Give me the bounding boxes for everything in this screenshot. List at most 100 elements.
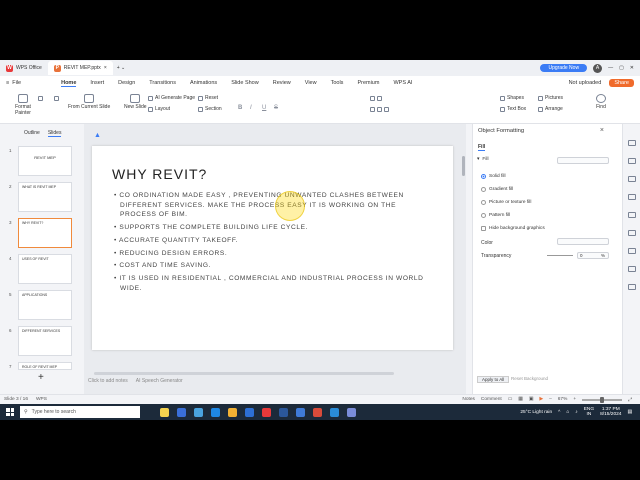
slide-thumbnail-2[interactable]: WHAT IS REVIT MEP [18, 182, 72, 212]
reset-background-button[interactable]: Reset Background [511, 376, 548, 381]
windows-start-icon[interactable] [6, 408, 14, 416]
bullet-list-button[interactable] [370, 96, 382, 101]
chrome-icon[interactable] [194, 407, 203, 417]
volume-icon[interactable]: ♪ [575, 410, 577, 415]
table-icon[interactable] [628, 266, 636, 272]
zoom-level[interactable]: 67% [558, 397, 568, 402]
menu-design[interactable]: Design [118, 80, 135, 87]
layers-icon[interactable] [628, 212, 636, 218]
bullet-list[interactable]: CO ORDINATION MADE EASY , PREVENTING UNW… [112, 191, 434, 296]
radio[interactable] [481, 187, 486, 192]
menu-transitions[interactable]: Transitions [149, 80, 176, 87]
close-window-icon[interactable]: ✕ [630, 65, 634, 71]
maximize-icon[interactable]: ▢ [619, 65, 624, 71]
menu-animations[interactable]: Animations [190, 80, 217, 87]
transparency-input[interactable]: 0 % [577, 252, 609, 259]
hamburger-icon[interactable]: ≡ [6, 80, 9, 86]
layout-button[interactable]: Layout [148, 106, 170, 112]
tab-outline[interactable]: Outline [24, 130, 40, 137]
task-view-icon[interactable] [177, 407, 186, 417]
tab-wps-office[interactable]: W WPS Office [0, 61, 48, 75]
tab-slides[interactable]: Slides [47, 130, 62, 137]
section-button[interactable]: Section [198, 106, 222, 112]
file-menu[interactable]: File [12, 80, 21, 86]
minimize-icon[interactable]: — [608, 65, 613, 71]
solid-fill-option[interactable]: Solid fill [481, 174, 506, 179]
close-icon[interactable]: × [104, 65, 107, 71]
wps-taskbar-icon[interactable] [262, 407, 271, 417]
picture-fill-option[interactable]: Picture or texture fill [481, 200, 531, 205]
arrange-button[interactable]: Arrange [538, 106, 563, 112]
menu-slide-show[interactable]: Slide Show [231, 80, 259, 87]
zoom-slider[interactable] [582, 396, 623, 403]
fill-section-header[interactable]: ▾ Fill [477, 157, 489, 162]
play-slideshow-icon[interactable]: ▶ [539, 397, 543, 402]
slide-thumbnail-5[interactable]: APPLICATIONS [18, 290, 72, 320]
fit-slide-icon[interactable]: ⤢ [628, 397, 632, 403]
not-uploaded-status[interactable]: Not uploaded [569, 80, 602, 86]
browser-icon[interactable] [313, 407, 322, 417]
menu-home[interactable]: Home [61, 80, 77, 87]
avatar[interactable]: A [593, 63, 603, 73]
network-icon[interactable]: ⌂ [566, 410, 569, 415]
pen-icon[interactable] [628, 194, 636, 200]
menu-insert[interactable]: Insert [90, 80, 104, 87]
upgrade-button[interactable]: Upgrade Now [540, 64, 588, 72]
reading-view-icon[interactable]: ▣ [529, 397, 534, 402]
copy-button[interactable] [54, 96, 59, 101]
format-painter-button[interactable]: Format Painter [10, 94, 36, 116]
app-icon[interactable] [347, 407, 356, 417]
text-box-button[interactable]: Text Box [500, 106, 526, 112]
bullet-item[interactable]: IT IS USED IN RESIDENTIAL , COMMERCIAL A… [112, 274, 434, 293]
file-explorer-icon[interactable] [228, 407, 237, 417]
slide-thumbnail-3[interactable]: WHY REVIT? [18, 218, 72, 248]
bullet-item[interactable]: CO ORDINATION MADE EASY , PREVENTING UNW… [112, 191, 434, 220]
revit-icon[interactable] [296, 407, 305, 417]
cut-button[interactable] [38, 96, 43, 101]
share-button[interactable]: Share [609, 79, 634, 87]
notes-placeholder[interactable]: Click to add notes [88, 378, 128, 384]
hide-background-option[interactable]: Hide background graphics [481, 226, 545, 231]
weather-status[interactable]: 25°C Light rain [520, 410, 552, 415]
shapes-button[interactable]: Shapes [500, 95, 524, 101]
template-icon[interactable] [628, 248, 636, 254]
underline-button[interactable]: U [262, 105, 266, 111]
radio[interactable] [481, 200, 486, 205]
close-panel-icon[interactable]: × [600, 127, 604, 134]
reset-button[interactable]: Reset [198, 95, 218, 101]
magic-icon[interactable] [628, 284, 636, 290]
tab-fill[interactable]: Fill [478, 144, 486, 151]
transparency-slider[interactable] [547, 255, 573, 256]
apply-to-all-button[interactable]: Apply to All [477, 376, 510, 383]
radio[interactable] [481, 213, 486, 218]
from-current-slide-button[interactable]: From Current Slide [68, 94, 110, 110]
add-slide-button[interactable]: + [38, 372, 44, 383]
find-button[interactable]: Find [596, 94, 606, 110]
align-button[interactable] [370, 107, 389, 112]
word-icon[interactable] [279, 407, 288, 417]
color-dropdown[interactable] [557, 238, 609, 245]
language-indicator[interactable]: ENG IN [584, 407, 594, 418]
checkbox[interactable] [481, 226, 486, 231]
radio-selected[interactable] [481, 174, 486, 179]
menu-premium[interactable]: Premium [357, 80, 379, 87]
zoom-out-icon[interactable]: – [549, 397, 552, 402]
strikethrough-button[interactable]: S [274, 105, 278, 111]
comment-button[interactable]: Comment [481, 397, 502, 402]
copilot-icon[interactable] [160, 407, 169, 417]
bullet-item[interactable]: SUPPORTS THE COMPLETE BUILDING LIFE CYCL… [112, 223, 434, 233]
photos-icon[interactable] [330, 407, 339, 417]
new-tab-icon[interactable]: + ⌄ [117, 65, 126, 71]
shape-icon[interactable] [628, 158, 636, 164]
new-slide-button[interactable]: New Slide [124, 94, 147, 110]
bullet-item[interactable]: ACCURATE QUANTITY TAKEOFF. [112, 236, 434, 246]
menu-review[interactable]: Review [273, 80, 291, 87]
notifications-icon[interactable]: ▤ [627, 410, 632, 415]
italic-button[interactable]: I [250, 105, 252, 111]
pattern-fill-option[interactable]: Pattern fill [481, 213, 510, 218]
slide-title[interactable]: WHY REVIT? [112, 166, 207, 182]
slide-thumbnail-1[interactable]: REVIT MEP [18, 146, 72, 176]
animation-icon[interactable] [628, 176, 636, 182]
edge-icon[interactable] [211, 407, 220, 417]
notes-button[interactable]: Notes [462, 397, 475, 402]
